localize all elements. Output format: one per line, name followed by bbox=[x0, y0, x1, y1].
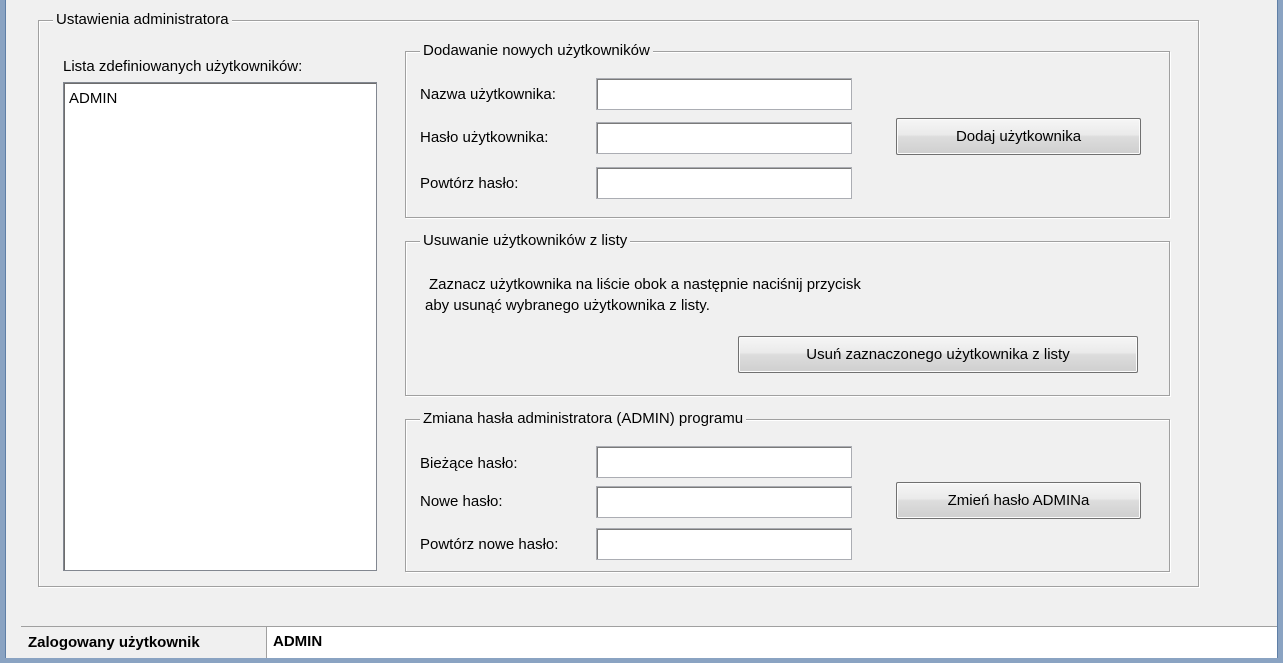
remove-user-description-line1: Zaznacz użytkownika na liście obok a nas… bbox=[429, 276, 861, 293]
user-repeat-password-label: Powtórz hasło: bbox=[420, 175, 519, 192]
new-password-field[interactable] bbox=[596, 486, 852, 518]
user-repeat-password-field[interactable] bbox=[596, 167, 852, 199]
current-password-field[interactable] bbox=[596, 446, 852, 478]
remove-user-button[interactable]: Usuń zaznaczonego użytkownika z listy bbox=[738, 336, 1138, 373]
users-list-label: Lista zdefiniowanych użytkowników: bbox=[63, 58, 303, 75]
change-admin-password-title: Zmiana hasła administratora (ADMIN) prog… bbox=[420, 410, 747, 428]
user-password-label: Hasło użytkownika: bbox=[420, 129, 549, 146]
window-right-border bbox=[1277, 0, 1283, 663]
window-left-border bbox=[0, 0, 6, 663]
logged-user-value: ADMIN bbox=[266, 627, 1277, 658]
repeat-new-password-label: Powtórz nowe hasło: bbox=[420, 536, 559, 553]
repeat-new-password-field[interactable] bbox=[596, 528, 852, 560]
add-user-title: Dodawanie nowych użytkowników bbox=[420, 42, 653, 60]
new-password-label: Nowe hasło: bbox=[420, 493, 503, 510]
logged-user-label: Zalogowany użytkownik bbox=[28, 634, 200, 651]
list-item[interactable]: ADMIN bbox=[64, 83, 376, 108]
users-listbox[interactable]: ADMIN bbox=[63, 82, 377, 571]
remove-user-description-line2: aby usunąć wybranego użytkownika z listy… bbox=[425, 297, 710, 314]
admin-settings-title: Ustawienia administratora bbox=[53, 11, 232, 29]
remove-user-title: Usuwanie użytkowników z listy bbox=[420, 232, 631, 250]
window-bottom-border bbox=[0, 658, 1283, 663]
change-admin-password-button[interactable]: Zmień hasło ADMINa bbox=[896, 482, 1141, 519]
current-password-label: Bieżące hasło: bbox=[420, 455, 518, 472]
status-bar: Zalogowany użytkownik ADMIN bbox=[21, 626, 1277, 658]
user-password-field[interactable] bbox=[596, 122, 852, 154]
username-label: Nazwa użytkownika: bbox=[420, 86, 556, 103]
add-user-button[interactable]: Dodaj użytkownika bbox=[896, 118, 1141, 155]
username-field[interactable] bbox=[596, 78, 852, 110]
